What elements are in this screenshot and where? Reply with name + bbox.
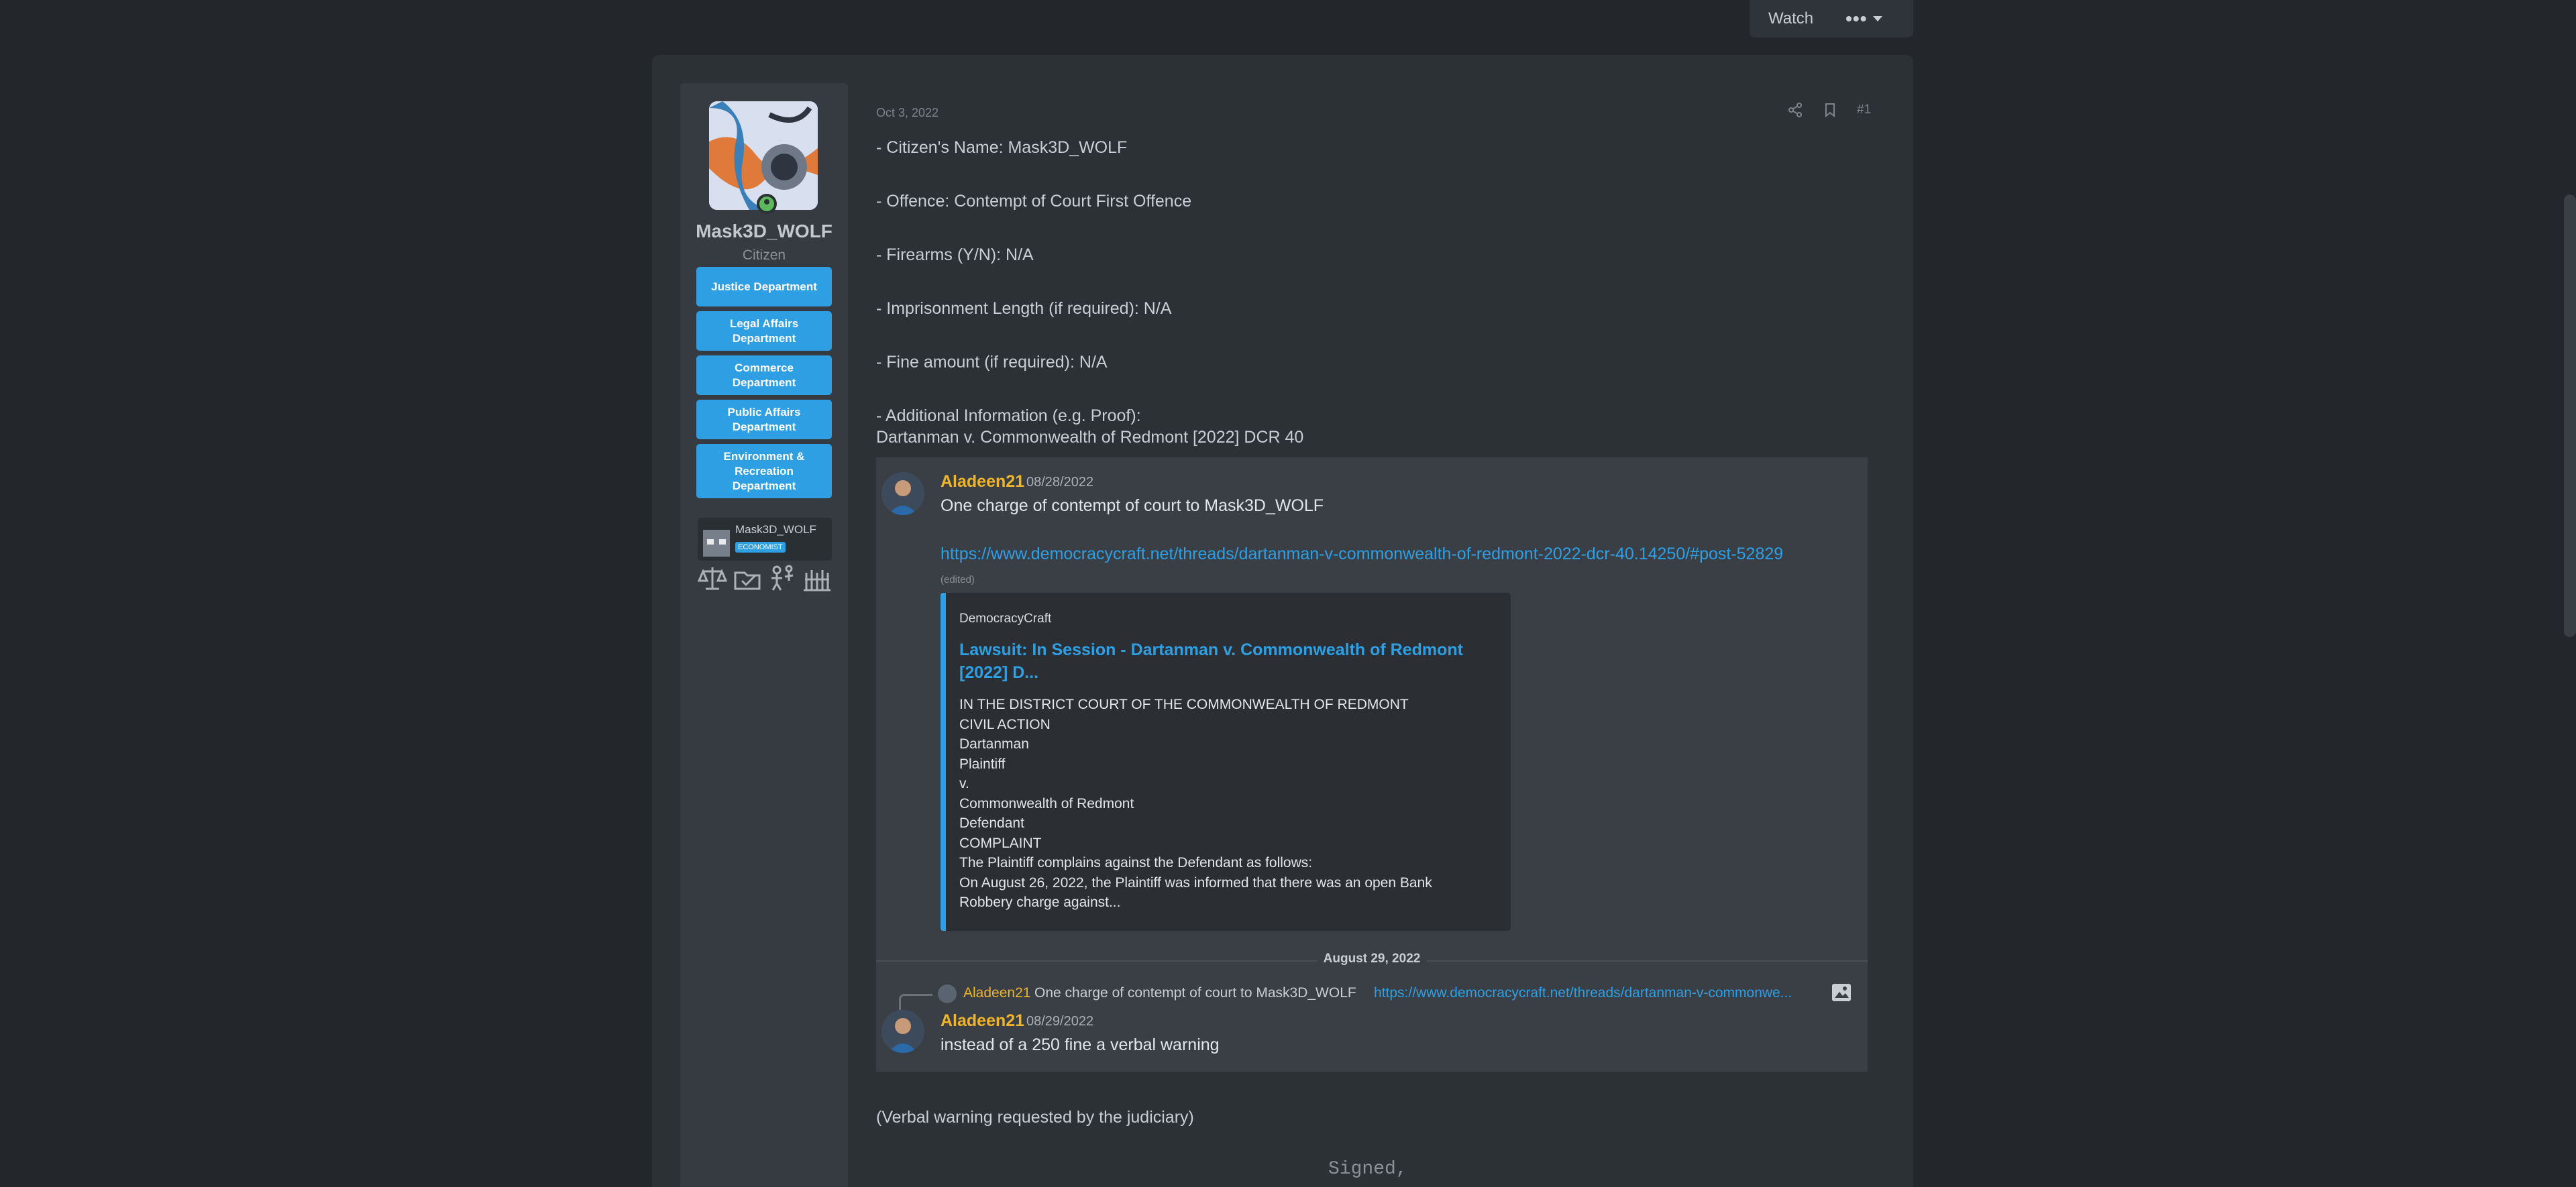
- embed-line: v.: [959, 776, 969, 791]
- message-text: instead of a 250 fine a verbal warning: [941, 1035, 1220, 1054]
- bookmark-icon[interactable]: [1822, 102, 1838, 118]
- embed-line: Dartanman: [959, 736, 1029, 752]
- reply-avatar-icon: [938, 984, 957, 1003]
- image-icon: [1832, 984, 1851, 1001]
- date-divider-label: August 29, 2022: [1316, 952, 1428, 966]
- message-author: Aladeen21: [941, 1011, 1025, 1030]
- more-dots-icon: •••: [1845, 8, 1868, 29]
- embed-line: COMPLAINT: [959, 835, 1042, 851]
- embed-line: The Plaintiff complains against the Defe…: [959, 855, 1313, 870]
- minecraft-name: Mask3D_WOLF: [735, 523, 816, 536]
- thread-toolbar: Watch •••: [1750, 0, 1913, 38]
- message-link: https://www.democracycraft.net/threads/d…: [941, 545, 1784, 563]
- post-date[interactable]: Oct 3, 2022: [876, 106, 938, 120]
- trophy-icons: [698, 563, 832, 593]
- checkbox-folder-icon: [734, 571, 761, 590]
- fine-line: - Fine amount (if required): N/A: [876, 353, 1108, 372]
- minecraft-profile-card[interactable]: Mask3D_WOLF ECONOMIST: [698, 518, 832, 561]
- watch-button[interactable]: Watch: [1768, 9, 1813, 28]
- message-text: One charge of contempt of court to Mask3…: [941, 496, 1324, 515]
- page-scrollbar[interactable]: [2564, 194, 2576, 637]
- link-embed: DemocracyCraft Lawsuit: In Session - Dar…: [941, 593, 1511, 931]
- message-date: 08/29/2022: [1026, 1014, 1094, 1029]
- imprisonment-line: - Imprisonment Length (if required): N/A: [876, 299, 1172, 318]
- scales-icon: [698, 567, 727, 590]
- edited-label: (edited): [941, 574, 975, 585]
- post-actions: #1: [1787, 102, 1871, 118]
- reply-author: Aladeen21: [963, 985, 1031, 1001]
- additional-info-line: - Additional Information (e.g. Proof):: [876, 406, 1141, 425]
- dept-public-affairs[interactable]: Public Affairs Department: [696, 400, 832, 439]
- reply-text: One charge of contempt of court to Mask3…: [1034, 985, 1356, 1001]
- reply-connector: [899, 994, 932, 1010]
- aladeen-avatar: [881, 1010, 924, 1053]
- embed-line: On August 26, 2022, the Plaintiff was in…: [959, 874, 1432, 891]
- message-author: Aladeen21: [941, 472, 1025, 491]
- discord-quote-image: Aladeen21 08/28/2022 One charge of conte…: [876, 457, 1868, 1072]
- economist-badge: ECONOMIST: [735, 542, 786, 553]
- verbal-warning-note: (Verbal warning requested by the judicia…: [876, 1108, 1194, 1127]
- embed-line: Plaintiff: [959, 756, 1006, 772]
- username[interactable]: Mask3D_WOLF: [680, 221, 848, 242]
- more-options-button[interactable]: •••: [1845, 9, 1882, 28]
- people-icon: [771, 565, 794, 591]
- date-divider: August 29, 2022: [876, 952, 1868, 966]
- dept-justice[interactable]: Justice Department: [696, 267, 832, 306]
- case-line: Dartanman v. Commonwealth of Redmont [20…: [876, 428, 1304, 447]
- user-title: Citizen: [742, 247, 786, 263]
- reply-link: https://www.democracycraft.net/threads/d…: [1374, 985, 1792, 1001]
- embed-line: Commonwealth of Redmont: [959, 795, 1134, 811]
- post-number[interactable]: #1: [1857, 103, 1871, 117]
- share-icon[interactable]: [1787, 102, 1803, 118]
- dept-environment-recreation[interactable]: Environment & Recreation Department: [696, 444, 832, 498]
- department-list: Justice Department Legal Affairs Departm…: [696, 267, 832, 503]
- dept-commerce[interactable]: Commerce Department: [696, 355, 832, 395]
- firearms-line: - Firearms (Y/N): N/A: [876, 245, 1034, 264]
- offence-line: - Offence: Contempt of Court First Offen…: [876, 192, 1192, 211]
- embed-line: CIVIL ACTION: [959, 716, 1051, 732]
- citizen-name-line: - Citizen's Name: Mask3D_WOLF: [876, 138, 1128, 157]
- online-status-icon: [757, 194, 777, 214]
- chevron-down-icon: [1872, 16, 1882, 21]
- embed-line: Defendant: [959, 815, 1024, 831]
- embed-line: Robbery charge against...: [959, 895, 1121, 910]
- embed-title: Lawsuit: In Session - Dartanman v. Commo…: [959, 640, 1464, 682]
- aladeen-avatar: [881, 472, 924, 515]
- post-body: - Citizen's Name: Mask3D_WOLF - Offence:…: [876, 137, 1303, 448]
- embed-line: IN THE DISTRICT COURT OF THE COMMONWEALT…: [959, 697, 1409, 712]
- embed-site-name: DemocracyCraft: [959, 612, 1052, 626]
- user-sidebar: Mask3D_WOLF Citizen Justice Department L…: [680, 83, 848, 1187]
- signed-label: Signed,: [1328, 1159, 1407, 1180]
- minecraft-head-icon: [703, 530, 730, 557]
- dept-legal-affairs[interactable]: Legal Affairs Department: [696, 311, 832, 351]
- factory-icon: [804, 570, 830, 591]
- message-date: 08/28/2022: [1026, 475, 1094, 490]
- embed-body: IN THE DISTRICT COURT OF THE COMMONWEALT…: [959, 695, 1496, 913]
